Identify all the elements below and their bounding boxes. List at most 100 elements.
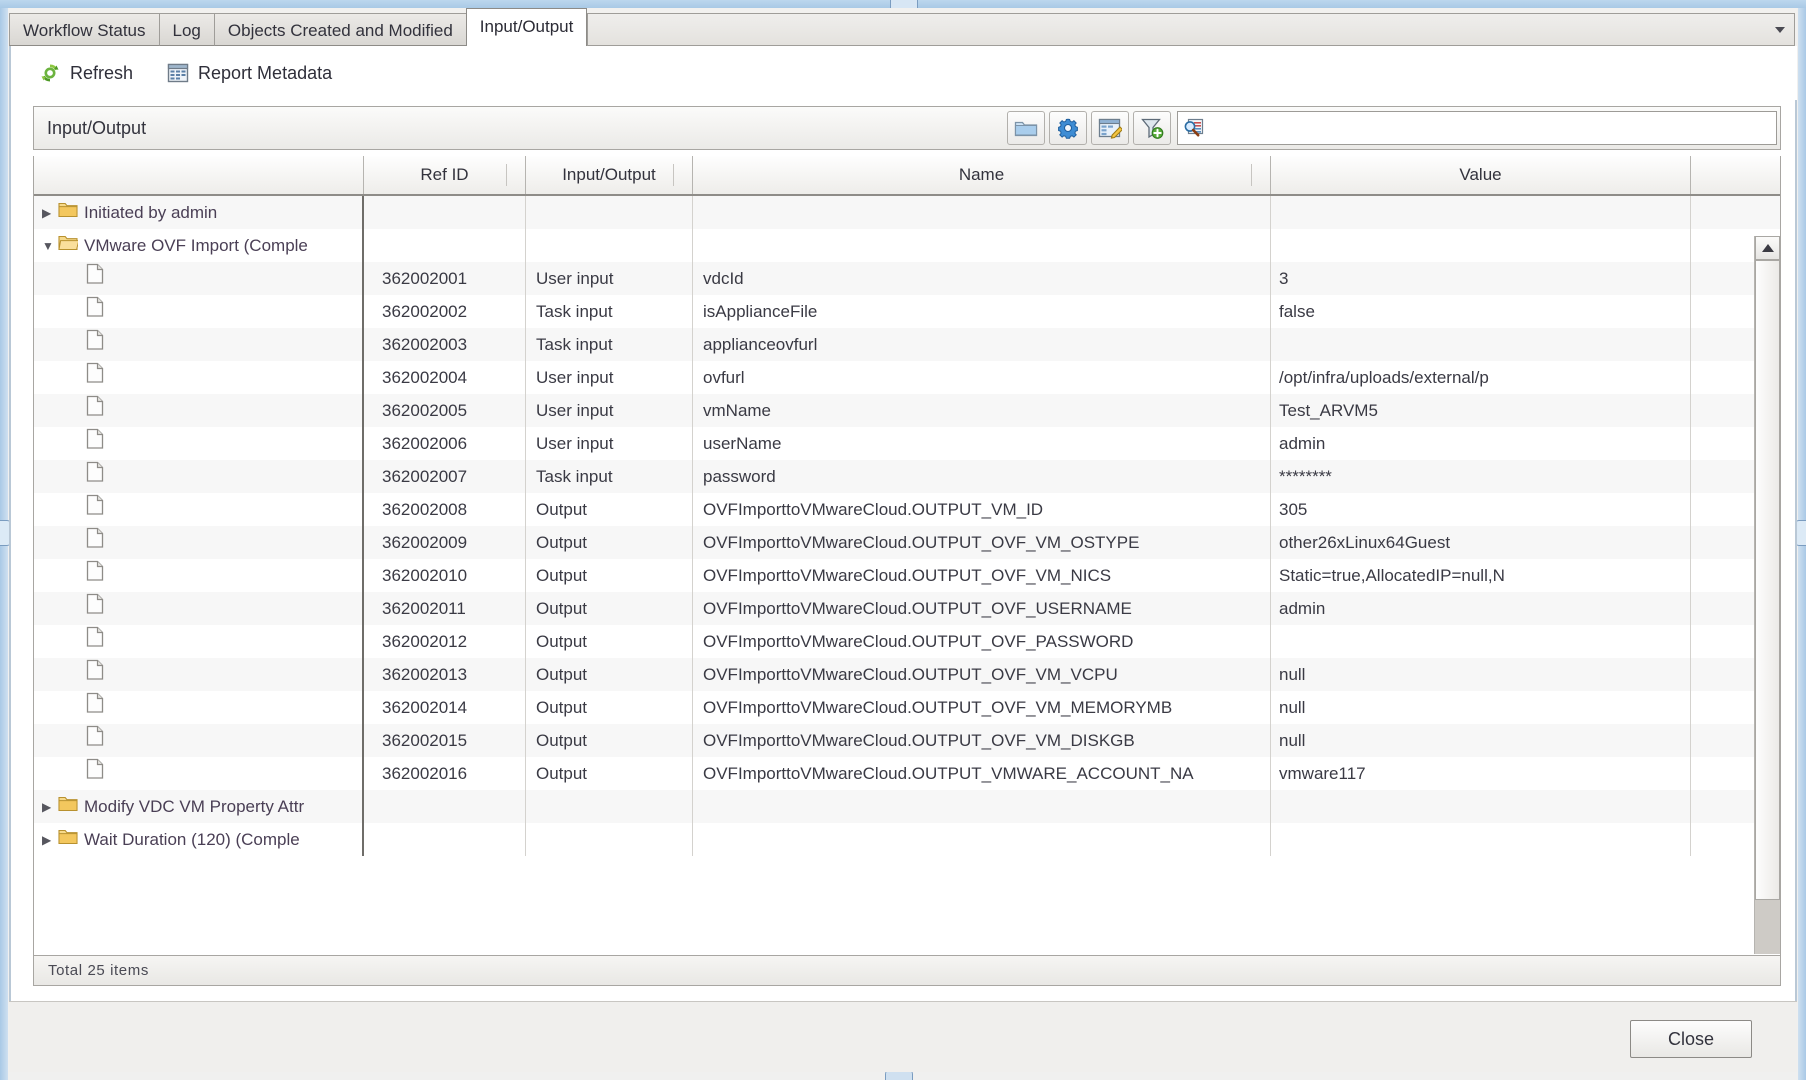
table-group-row[interactable]: ▶ Initiated by admin [34,196,1780,229]
row-tree-cell[interactable] [34,361,364,394]
cell-input-output: Output [526,625,693,658]
group-row-label: Modify VDC VM Property Attr [84,797,305,816]
row-tree-cell[interactable] [34,757,364,790]
settings-button[interactable] [1049,111,1087,145]
scroll-track[interactable] [1755,260,1780,954]
row-tree-cell[interactable] [34,658,364,691]
table-group-row[interactable]: ▶ Modify VDC VM Property Attr [34,790,1780,823]
table-row[interactable]: 362002007 Task input password ******** [34,460,1780,493]
cell-name: OVFImporttoVMwareCloud.OUTPUT_OVF_VM_VCP… [693,658,1271,691]
table-group-row[interactable]: ▶ Wait Duration (120) (Comple [34,823,1780,856]
report-metadata-label: Report Metadata [198,62,333,83]
row-tree-cell[interactable] [34,526,364,559]
row-tree-cell[interactable] [34,592,364,625]
report-metadata-button[interactable]: Report Metadata [167,63,332,84]
report-edit-icon [1098,118,1122,139]
search-box[interactable] [1177,111,1777,145]
column-header-name[interactable]: Name [693,156,1271,194]
table-vertical-scrollbar[interactable] [1754,236,1780,954]
table-row[interactable]: 362002004 User input ovfurl/opt/infra/uplo… [34,361,1780,394]
cell-ref-id: 362002012 [364,625,526,658]
chevron-right-icon[interactable]: ▶ [42,207,56,219]
table-row[interactable]: 362002011 Output OVFImporttoVMwareCloud.OU… [34,592,1780,625]
cell-ref-id: 362002002 [364,295,526,328]
row-tree-cell[interactable] [34,691,364,724]
table-header-row: Ref ID Input/Output Name Value [34,156,1780,196]
row-tree-cell[interactable] [34,295,364,328]
row-tree-cell[interactable] [34,427,364,460]
column-header-tree[interactable] [34,156,364,194]
cell-input-output: User input [526,262,693,295]
table-row[interactable]: 362002005 User input vmName Test_ARVM5 [34,394,1780,427]
cell-name: OVFImporttoVMwareCloud.OUTPUT_OVF_PASSWO… [693,625,1271,658]
tab-overflow-area[interactable] [587,13,1795,46]
scroll-track-remainder[interactable] [1755,900,1780,954]
document-icon [86,692,104,713]
table-row[interactable]: 362002010 Output OVFImporttoVMwareCloud.OU… [34,559,1780,592]
cell-value: null [1271,691,1691,724]
tab-log[interactable]: Log [158,13,214,46]
scroll-up-button[interactable] [1755,236,1780,260]
table-row[interactable]: 362002002 Task input isApplianceFile false [34,295,1780,328]
column-header-ref-id[interactable]: Ref ID [364,156,526,194]
close-button[interactable]: Close [1630,1020,1752,1058]
cell-input-output: Output [526,526,693,559]
cell-input-output: Task input [526,328,693,361]
table-row[interactable]: 362002014 Output OVFImporttoVMwareCloud.OU… [34,691,1780,724]
cell-input-output: Output [526,493,693,526]
tab-workflow-status[interactable]: Workflow Status [9,13,159,46]
row-tree-cell[interactable] [34,262,364,295]
column-header-input-output[interactable]: Input/Output [526,156,693,194]
cell-input-output [526,229,693,262]
table-row[interactable]: 362002012 Output OVFImporttoVMwareCloud.OU… [34,625,1780,658]
cell-name [693,229,1271,262]
document-icon [86,328,104,361]
arrow-up-icon [1761,244,1774,252]
table-row[interactable]: 362002009 Output OVFImporttoVMwareCloud.OU… [34,526,1780,559]
table-row[interactable]: 362002006 User input userName admin [34,427,1780,460]
cell-name [693,196,1271,229]
chevron-down-icon[interactable]: ▼ [42,240,56,252]
search-input[interactable] [1208,112,1776,144]
cell-ref-id: 362002001 [364,262,526,295]
edit-report-button[interactable] [1091,111,1129,145]
cell-name [693,823,1271,856]
row-tree-cell[interactable] [34,493,364,526]
row-tree-cell[interactable] [34,460,364,493]
input-output-table: Ref ID Input/Output Name Value ▶ Initiate… [33,156,1781,956]
table-row[interactable]: 362002016 Output OVFImporttoVMwareCloud.OU… [34,757,1780,790]
document-icon [86,295,104,328]
table-row[interactable]: 362002001 User input vdcId 3 [34,262,1780,295]
row-tree-cell[interactable] [34,328,364,361]
row-tree-cell[interactable] [34,625,364,658]
refresh-button[interactable]: Refresh [39,62,133,84]
chevron-right-icon[interactable]: ▶ [42,801,56,813]
document-icon [86,526,104,559]
table-row[interactable]: 362002008 Output OVFImporttoVMwareCloud.OU… [34,493,1780,526]
row-tree-cell[interactable] [34,394,364,427]
table-row[interactable]: 362002015 Output OVFImporttoVMwareCloud.OU… [34,724,1780,757]
chevron-right-icon[interactable]: ▶ [42,834,56,846]
row-tree-cell[interactable] [34,724,364,757]
folder-open-icon [58,235,80,251]
column-header-value[interactable]: Value [1271,156,1691,194]
tab-objects-created-and-modified[interactable]: Objects Created and Modified [213,13,466,46]
cell-ref-id: 362002009 [364,526,526,559]
row-tree-cell[interactable]: ▼ VMware OVF Import (Comple [34,229,364,262]
row-tree-cell[interactable] [34,559,364,592]
row-tree-cell[interactable]: ▶ Wait Duration (120) (Comple [34,823,364,856]
row-tree-cell[interactable]: ▶ Modify VDC VM Property Attr [34,790,364,823]
tab-strip: Workflow Status Log Objects Created and … [9,8,1797,46]
tab-input-output[interactable]: Input/Output [465,8,588,46]
add-filter-button[interactable] [1133,111,1171,145]
group-row-label: Initiated by admin [84,203,218,222]
table-group-row[interactable]: ▼ VMware OVF Import (Comple [34,229,1780,262]
folder-icon [58,790,78,823]
document-icon [86,461,104,482]
grid-title: Input/Output [47,117,147,138]
row-tree-cell[interactable]: ▶ Initiated by admin [34,196,364,229]
folder-button[interactable] [1007,111,1045,145]
table-row[interactable]: 362002003 Task input applianceovfurl [34,328,1780,361]
scroll-thumb[interactable] [1755,260,1780,900]
table-row[interactable]: 362002013 Output OVFImporttoVMwareCloud.OU… [34,658,1780,691]
